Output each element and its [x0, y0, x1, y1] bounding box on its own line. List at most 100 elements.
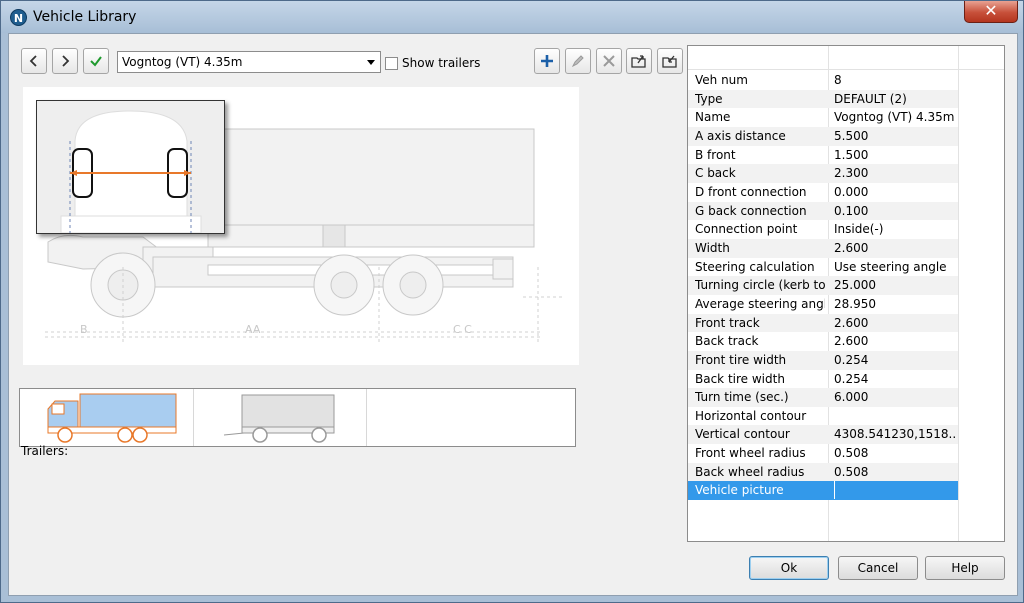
property-row[interactable]: A axis distance 5.500	[688, 126, 958, 146]
property-row[interactable]: D front connection 0.000	[688, 183, 958, 202]
property-name: Back wheel radius	[695, 464, 805, 479]
apply-button[interactable]	[83, 48, 109, 74]
property-name: Front tire width	[695, 352, 787, 367]
export-vehicle-button[interactable]	[626, 48, 652, 74]
property-row[interactable]: Vertical contour 4308.541230,1518....	[688, 425, 958, 445]
property-name: Connection point	[695, 222, 798, 237]
property-value[interactable]: 2.600	[834, 316, 956, 330]
title-bar[interactable]: N Vehicle Library	[1, 1, 1023, 33]
property-name: Back tire width	[695, 371, 785, 386]
property-row[interactable]: Vehicle picture	[688, 481, 958, 501]
property-name: Turning circle (kerb to...	[695, 278, 825, 293]
property-name: Vehicle picture	[695, 483, 784, 498]
property-row[interactable]: Turn time (sec.) 6.000	[688, 388, 958, 407]
property-value[interactable]: 2.600	[834, 241, 956, 255]
cancel-button[interactable]: Cancel	[838, 556, 918, 580]
property-name: Width	[695, 240, 730, 255]
help-button[interactable]: Help	[925, 556, 1005, 580]
property-grid-divider-right	[958, 46, 959, 541]
property-row[interactable]: Connection point Inside(-)	[688, 220, 958, 239]
property-value[interactable]: 2.600	[834, 334, 956, 348]
property-row[interactable]: Back track 2.600	[688, 332, 958, 351]
property-name: Back track	[695, 334, 759, 349]
property-name: Veh num	[695, 73, 748, 87]
property-row[interactable]: Veh num 8	[688, 71, 958, 90]
show-trailers-checkbox[interactable]	[385, 57, 398, 70]
property-name: C back	[695, 166, 736, 181]
property-value[interactable]: 0.254	[834, 372, 956, 386]
checkmark-icon	[90, 56, 102, 67]
property-row[interactable]: Back wheel radius 0.508	[688, 462, 958, 482]
property-row[interactable]: C back 2.300	[688, 164, 958, 183]
vehicle-property-grid: Veh num 8 Type DEFAULT (2) Name Vogntog (VT) …	[687, 45, 1005, 542]
delete-icon	[603, 55, 615, 67]
edit-vehicle-button[interactable]	[565, 48, 591, 74]
property-row[interactable]: Average steering angle 28.950	[688, 295, 958, 314]
property-name: Average steering angle	[695, 296, 825, 311]
close-button[interactable]: ✕	[964, 1, 1018, 23]
property-value[interactable]: 8	[834, 73, 956, 87]
property-value[interactable]: 0.100	[834, 204, 956, 218]
show-trailers-label: Show trailers	[402, 56, 481, 70]
property-name: Type	[695, 91, 723, 106]
property-rows: Veh num 8 Type DEFAULT (2) Name Vogntog (VT) …	[688, 71, 958, 501]
property-value[interactable]: 1.500	[834, 148, 956, 162]
property-row[interactable]: Turning circle (kerb to... 25.000	[688, 276, 958, 295]
thumbnail-separator	[366, 389, 367, 446]
property-value[interactable]: 0.508	[834, 446, 956, 460]
property-value[interactable]: 6.000	[834, 390, 956, 404]
property-row[interactable]: Front tire width 0.254	[688, 350, 958, 370]
property-row[interactable]: Back tire width 0.254	[688, 370, 958, 389]
property-name: Turn time (sec.)	[695, 390, 789, 405]
property-row[interactable]: B front 1.500	[688, 146, 958, 165]
property-value[interactable]: Vogntog (VT) 4.35m	[834, 110, 956, 124]
property-row[interactable]: G back connection 0.100	[688, 201, 958, 221]
delete-vehicle-button[interactable]	[596, 48, 622, 74]
dimension-label-cc: C C	[453, 323, 472, 336]
chevron-right-icon	[62, 55, 70, 67]
next-vehicle-button[interactable]	[52, 48, 78, 74]
vehicle-select-value: Vogntog (VT) 4.35m	[122, 55, 243, 69]
property-value[interactable]: 0.254	[834, 353, 956, 367]
property-value[interactable]: Use steering angle	[834, 260, 956, 274]
property-row[interactable]: Horizontal contour	[688, 407, 958, 426]
chevron-left-icon	[29, 55, 37, 67]
import-vehicle-button[interactable]	[657, 48, 683, 74]
dropdown-arrow-icon	[367, 60, 375, 65]
property-value[interactable]: 4308.541230,1518....	[834, 427, 956, 441]
vehicle-select[interactable]: Vogntog (VT) 4.35m	[117, 51, 381, 73]
property-value[interactable]: Inside(-)	[834, 222, 956, 236]
property-name: D front connection	[695, 184, 807, 199]
add-vehicle-button[interactable]	[534, 48, 560, 74]
vehicle-front-drawing	[60, 110, 202, 234]
property-row[interactable]: Front wheel radius 0.508	[688, 444, 958, 463]
thumbnail-trailer[interactable]	[193, 389, 366, 446]
property-value[interactable]: 5.500	[834, 129, 956, 143]
vehicle-thumbnail-strip	[19, 388, 576, 447]
thumbnail-truck[interactable]	[20, 389, 193, 446]
property-row[interactable]: Type DEFAULT (2)	[688, 89, 958, 109]
property-row[interactable]: Name Vogntog (VT) 4.35m	[688, 108, 958, 127]
edit-icon	[571, 55, 584, 68]
property-value[interactable]: 0.000	[834, 185, 956, 199]
property-name: B front	[695, 147, 736, 162]
property-value[interactable]: 2.300	[834, 166, 956, 180]
ok-button[interactable]: Ok	[749, 556, 829, 580]
previous-vehicle-button[interactable]	[21, 48, 47, 74]
property-name: Front wheel radius	[695, 446, 806, 461]
property-name: Front track	[695, 315, 760, 330]
property-row[interactable]: Front track 2.600	[688, 313, 958, 333]
property-value[interactable]	[834, 481, 956, 500]
property-value[interactable]: 25.000	[834, 278, 956, 292]
trailers-label: Trailers:	[21, 444, 69, 458]
property-row[interactable]: Width 2.600	[688, 238, 958, 258]
property-value[interactable]: 0.508	[834, 465, 956, 479]
trailer-thumbnail-icon	[223, 394, 335, 443]
property-grid-header	[688, 46, 1004, 70]
property-name: G back connection	[695, 203, 807, 218]
property-row[interactable]: Steering calculation Use steering angle	[688, 258, 958, 277]
app-logo-icon: N	[10, 9, 27, 26]
property-value[interactable]: DEFAULT (2)	[834, 92, 956, 106]
property-value[interactable]: 28.950	[834, 297, 956, 311]
property-name: Steering calculation	[695, 259, 815, 274]
